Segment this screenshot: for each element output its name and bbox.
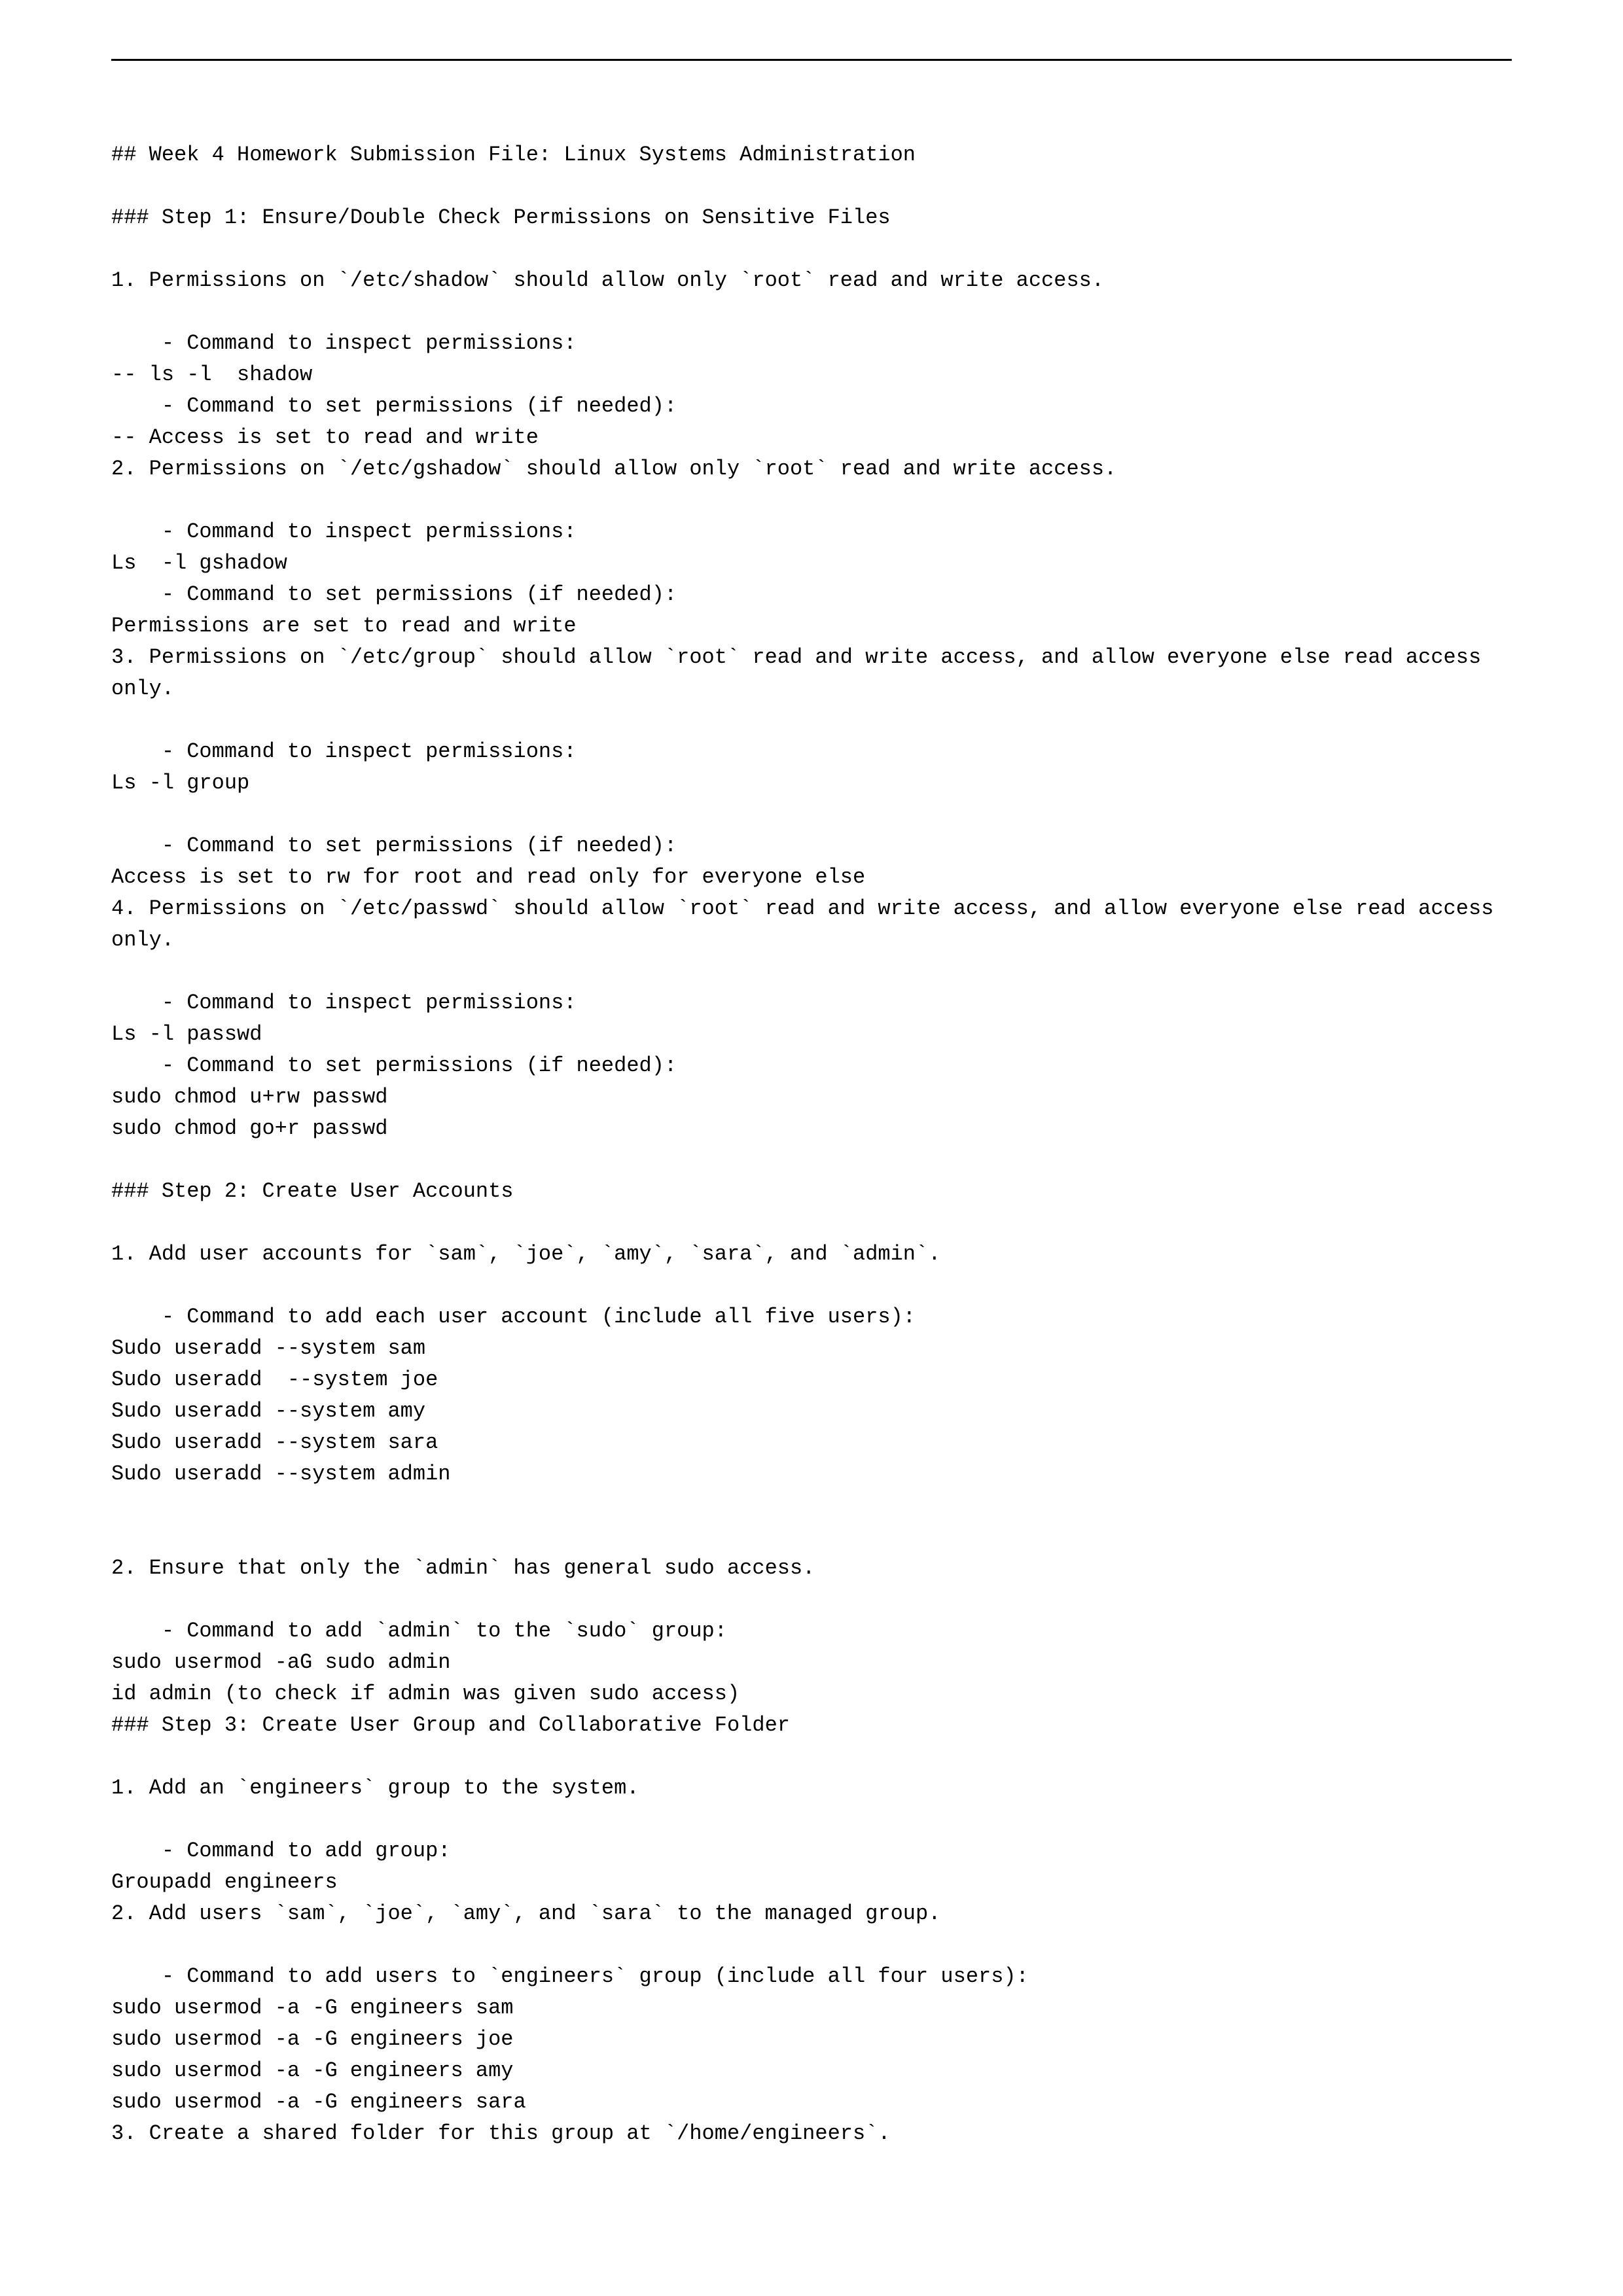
document-line: - Command to set permissions (if needed)… [111,1050,1512,1082]
document-line: Sudo useradd --system sara [111,1427,1512,1458]
document-line [111,171,1512,202]
document-line: ### Step 1: Ensure/Double Check Permissi… [111,202,1512,234]
document-line: - Command to set permissions (if needed)… [111,579,1512,610]
document-line: - Command to set permissions (if needed)… [111,391,1512,422]
document-line: Sudo useradd --system amy [111,1396,1512,1427]
document-line: 1. Add user accounts for `sam`, `joe`, `… [111,1239,1512,1270]
document-line: 2. Ensure that only the `admin` has gene… [111,1553,1512,1584]
document-line: 2. Permissions on `/etc/gshadow` should … [111,453,1512,485]
document-line: - Command to add group: [111,1835,1512,1867]
document-line: sudo usermod -a -G engineers amy [111,2055,1512,2087]
document-line: 4. Permissions on `/etc/passwd` should a… [111,893,1512,956]
document-line: Ls -l passwd [111,1019,1512,1050]
document-line [111,1490,1512,1521]
document-line: -- Access is set to read and write [111,422,1512,453]
document-line [111,1584,1512,1616]
document-line [111,485,1512,516]
document-line: 1. Add an `engineers` group to the syste… [111,1773,1512,1804]
document-line: sudo chmod go+r passwd [111,1113,1512,1144]
document-line [111,1144,1512,1176]
document-line [111,234,1512,265]
document-line: Permissions are set to read and write [111,610,1512,642]
document-line: Sudo useradd --system sam [111,1333,1512,1364]
document-line: Groupadd engineers [111,1867,1512,1898]
document-line: - Command to add each user account (incl… [111,1301,1512,1333]
document-line: 2. Add users `sam`, `joe`, `amy`, and `s… [111,1898,1512,1930]
document-line: Access is set to rw for root and read on… [111,862,1512,893]
document-line: - Command to inspect permissions: [111,736,1512,768]
document-line: sudo usermod -a -G engineers sara [111,2087,1512,2118]
document-line: sudo chmod u+rw passwd [111,1082,1512,1113]
document-line: ### Step 3: Create User Group and Collab… [111,1710,1512,1741]
document-line: - Command to add `admin` to the `sudo` g… [111,1616,1512,1647]
document-line [111,1207,1512,1239]
document-line [111,956,1512,987]
document-line: sudo usermod -a -G engineers sam [111,1992,1512,2024]
document-line [111,1741,1512,1773]
document-line: - Command to add users to `engineers` gr… [111,1961,1512,1992]
document-line: -- ls -l shadow [111,359,1512,391]
document-line [111,1521,1512,1553]
document-line: Sudo useradd --system joe [111,1364,1512,1396]
document-line: ### Step 2: Create User Accounts [111,1176,1512,1207]
document-line: 3. Create a shared folder for this group… [111,2118,1512,2149]
document-line: Ls -l group [111,768,1512,799]
document-line [111,1930,1512,1961]
document-line: sudo usermod -a -G engineers joe [111,2024,1512,2055]
document-line: 3. Permissions on `/etc/group` should al… [111,642,1512,705]
document-line [111,705,1512,736]
document-line: - Command to set permissions (if needed)… [111,830,1512,862]
document-line: sudo usermod -aG sudo admin [111,1647,1512,1678]
document-line: Ls -l gshadow [111,548,1512,579]
document-line: ## Week 4 Homework Submission File: Linu… [111,139,1512,171]
document-line: - Command to inspect permissions: [111,987,1512,1019]
document-line [111,1270,1512,1301]
document-line: - Command to inspect permissions: [111,328,1512,359]
document-line: - Command to inspect permissions: [111,516,1512,548]
document-line [111,296,1512,328]
document-line: Sudo useradd --system admin [111,1458,1512,1490]
document-line: 1. Permissions on `/etc/shadow` should a… [111,265,1512,296]
document-body: ## Week 4 Homework Submission File: Linu… [111,139,1512,2149]
document-line: id admin (to check if admin was given su… [111,1678,1512,1710]
document-line [111,1804,1512,1835]
document-line [111,799,1512,830]
top-horizontal-rule [111,59,1512,61]
